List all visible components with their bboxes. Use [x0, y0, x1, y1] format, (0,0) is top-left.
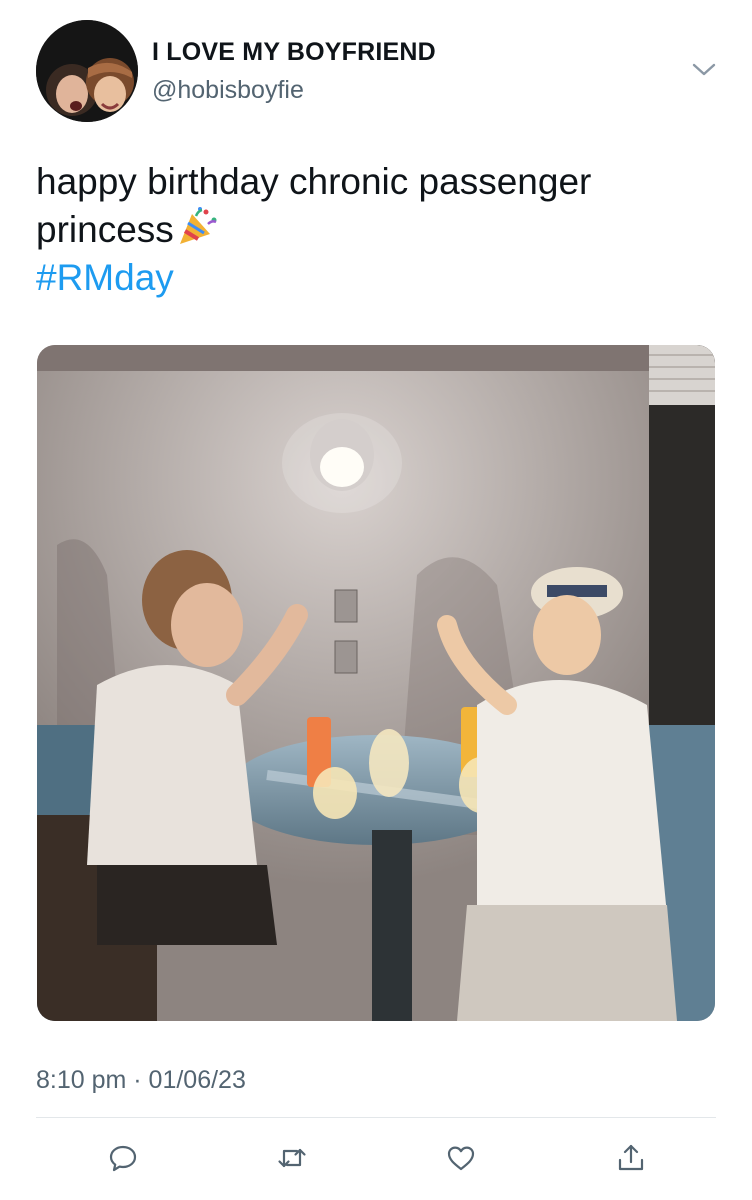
share-icon [618, 1144, 644, 1171]
retweet-button[interactable] [272, 1138, 312, 1178]
chevron-down-icon[interactable] [690, 58, 718, 80]
tweet-text-line-2-label: princess [36, 209, 174, 250]
user-handle[interactable]: @hobisboyfie [152, 76, 304, 105]
tweet-media-image[interactable] [37, 345, 715, 1021]
tweet-text-line-2: princess [36, 206, 716, 254]
divider [36, 1117, 716, 1118]
reply-icon [109, 1145, 137, 1172]
retweet-icon [278, 1148, 306, 1168]
share-button[interactable] [611, 1138, 651, 1178]
hashtag-link[interactable]: #RMday [36, 254, 716, 302]
tweet-timestamp: 8:10 pm · 01/06/23 [36, 1066, 246, 1094]
like-button[interactable] [441, 1138, 481, 1178]
display-name[interactable]: I LOVE MY BOYFRIEND [152, 38, 436, 67]
tweet-text: happy birthday chronic passenger princes… [36, 158, 716, 302]
avatar[interactable] [36, 20, 138, 122]
reply-button[interactable] [103, 1138, 143, 1178]
avatar-image [36, 20, 138, 122]
party-popper-icon [176, 206, 220, 246]
like-icon [447, 1146, 475, 1171]
tweet-text-line-1: happy birthday chronic passenger [36, 161, 592, 202]
